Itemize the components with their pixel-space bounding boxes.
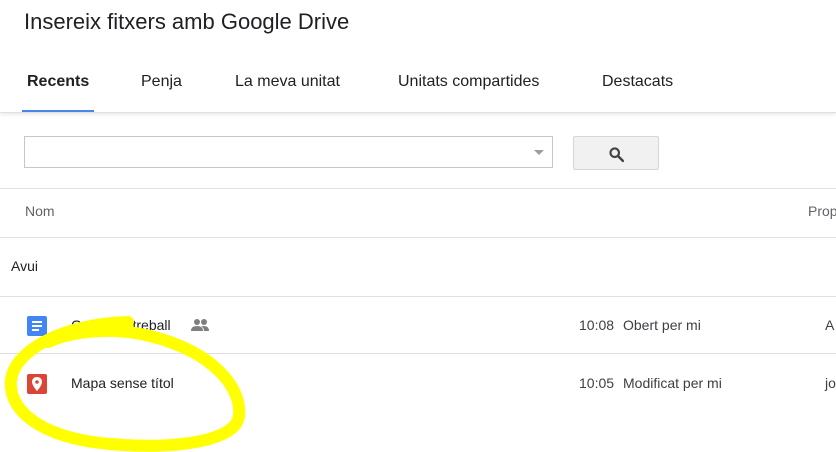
shared-users-icon: [191, 319, 209, 331]
file-row[interactable]: Mapa sense títol 10:05 Modificat per mi …: [0, 355, 836, 411]
search-input[interactable]: [25, 137, 525, 167]
file-row[interactable]: Grups de treball 10:08 Obert per mi A: [0, 297, 836, 353]
dialog-title: Insereix fitxers amb Google Drive: [24, 9, 350, 34]
google-my-maps-icon: [27, 374, 47, 394]
search-button[interactable]: [573, 136, 659, 170]
file-name: Grups de treball: [71, 317, 171, 333]
file-owner: A: [825, 317, 835, 333]
tab-la-meva-unitat[interactable]: La meva unitat: [230, 56, 345, 110]
file-owner: jo: [825, 375, 836, 391]
group-label-today: Avui: [11, 258, 38, 274]
divider: [0, 188, 836, 189]
google-docs-icon: [27, 316, 47, 336]
tab-penja[interactable]: Penja: [136, 56, 187, 110]
file-name: Mapa sense títol: [71, 375, 174, 391]
search-box: [24, 136, 553, 168]
file-time: 10:08: [579, 317, 615, 333]
tab-bar: Recents Penja La meva unitat Unitats com…: [0, 56, 836, 113]
file-time: 10:05: [579, 375, 615, 391]
tab-destacats[interactable]: Destacats: [597, 56, 678, 110]
search-options-dropdown[interactable]: [534, 150, 544, 155]
file-reason: Modificat per mi: [623, 375, 722, 391]
tab-recents[interactable]: Recents: [22, 56, 95, 112]
search-icon: [609, 147, 625, 163]
file-reason: Obert per mi: [623, 317, 701, 333]
column-header-owner[interactable]: Prop: [808, 203, 836, 219]
divider: [0, 353, 836, 354]
tab-unitats-compartides[interactable]: Unitats compartides: [393, 56, 544, 110]
column-header-name[interactable]: Nom: [25, 203, 55, 219]
divider: [0, 237, 836, 238]
